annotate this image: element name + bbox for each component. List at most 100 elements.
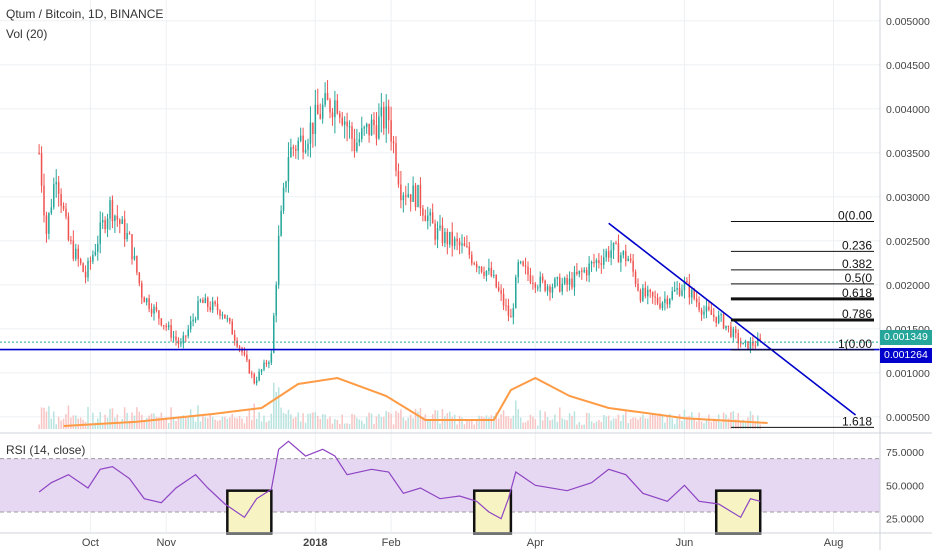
volume-bar [524, 422, 527, 429]
volume-bar [576, 424, 578, 429]
candle-body [749, 341, 752, 350]
candle-body [673, 289, 676, 292]
candle-body [226, 318, 229, 320]
volume-pane [38, 376, 768, 429]
volume-bar [123, 407, 126, 429]
chart-title[interactable]: Qtum / Bitcoin, 1D, BINANCE [6, 7, 163, 21]
candle-body [99, 222, 101, 244]
candle-body [258, 371, 260, 381]
volume-legend[interactable]: Vol (20) [6, 27, 47, 41]
volume-bar [199, 421, 202, 429]
candle-body [277, 235, 280, 285]
volume-bar [185, 416, 187, 429]
volume-bar [109, 408, 111, 429]
candle-body [128, 233, 131, 235]
candle-body [732, 329, 735, 337]
candle-body [77, 248, 79, 260]
volume-bar [698, 412, 700, 429]
volume-bar [610, 420, 612, 429]
candle-body [644, 287, 647, 297]
volume-bar [177, 418, 180, 429]
volume-bar [167, 422, 170, 429]
candle-body [236, 340, 238, 347]
candle-body [490, 267, 493, 276]
volume-bar [568, 413, 571, 429]
volume-bar [187, 417, 189, 429]
candle-body [485, 271, 488, 276]
candle-body [65, 208, 67, 217]
volume-bar [241, 418, 243, 429]
volume-bar [353, 414, 356, 429]
candle-body [512, 308, 515, 318]
candle-body [150, 309, 153, 314]
candle-body [229, 318, 231, 322]
volume-bar [478, 415, 480, 429]
candle-body [400, 184, 402, 201]
volume-bar [221, 416, 224, 429]
candle-body [273, 315, 275, 353]
chart-stage: 0(0.00 0.236 0.382 0.5(0 0.618 0.786 1(0.00 1.6… [0, 0, 932, 550]
candle-body [436, 228, 439, 240]
candle-body [710, 309, 713, 315]
candle-body [170, 325, 172, 338]
volume-bar [497, 418, 500, 429]
volume-bar [405, 420, 407, 429]
candle-body [409, 194, 412, 202]
candle-body [666, 298, 669, 305]
rsi-highlight-box [714, 489, 762, 535]
volume-bar [202, 415, 204, 429]
candle-body [480, 266, 483, 273]
candle-body [79, 259, 82, 264]
volume-bar [522, 422, 524, 429]
fib-level-label: 0.382 [842, 257, 872, 271]
volume-bar [666, 416, 669, 429]
candle-body [268, 362, 270, 365]
candle-body [727, 325, 730, 327]
volume-bar [691, 412, 693, 429]
candle-body [717, 315, 720, 323]
candle-body [637, 283, 639, 291]
candle-body [182, 335, 185, 344]
volume-bar [664, 422, 666, 429]
candle-body [329, 100, 331, 113]
volume-bar [145, 417, 148, 429]
candle-body [138, 272, 141, 284]
candle-body [583, 269, 585, 272]
volume-bar [280, 407, 282, 429]
volume-bar [304, 422, 307, 429]
rsi-legend[interactable]: RSI (14, close) [6, 443, 85, 457]
candle-body [351, 126, 353, 139]
volume-bar [277, 387, 280, 429]
price-tick-label: 0.003500 [886, 148, 930, 160]
volume-bar [446, 413, 449, 429]
volume-bar [370, 413, 373, 429]
volume-bar [155, 416, 158, 429]
volume-bar [705, 419, 708, 429]
volume-bar [502, 410, 505, 429]
candle-body [263, 362, 265, 370]
candle-body [412, 185, 414, 202]
volume-bar [527, 420, 529, 429]
volume-bar [444, 416, 446, 429]
volume-bar [192, 416, 194, 429]
volume-bar [629, 419, 632, 429]
volume-bar [681, 421, 683, 429]
time-tick-label: Aug [824, 537, 844, 549]
volume-bar [375, 416, 378, 429]
candle-body [204, 297, 207, 303]
candle-body [444, 231, 446, 243]
candle-body [431, 212, 434, 224]
volume-bar [539, 410, 541, 429]
candle-body [466, 246, 468, 248]
candle-body [302, 135, 304, 153]
candle-body [390, 120, 392, 142]
candle-body [287, 157, 290, 182]
volume-bar [248, 408, 251, 429]
candle-body [375, 125, 378, 139]
candle-body [429, 212, 431, 216]
candle-body [197, 301, 199, 320]
volume-bar [627, 423, 629, 429]
fib-level-label: 1(0.00 [838, 337, 872, 351]
candle-body [72, 240, 75, 259]
candle-body [43, 185, 45, 216]
